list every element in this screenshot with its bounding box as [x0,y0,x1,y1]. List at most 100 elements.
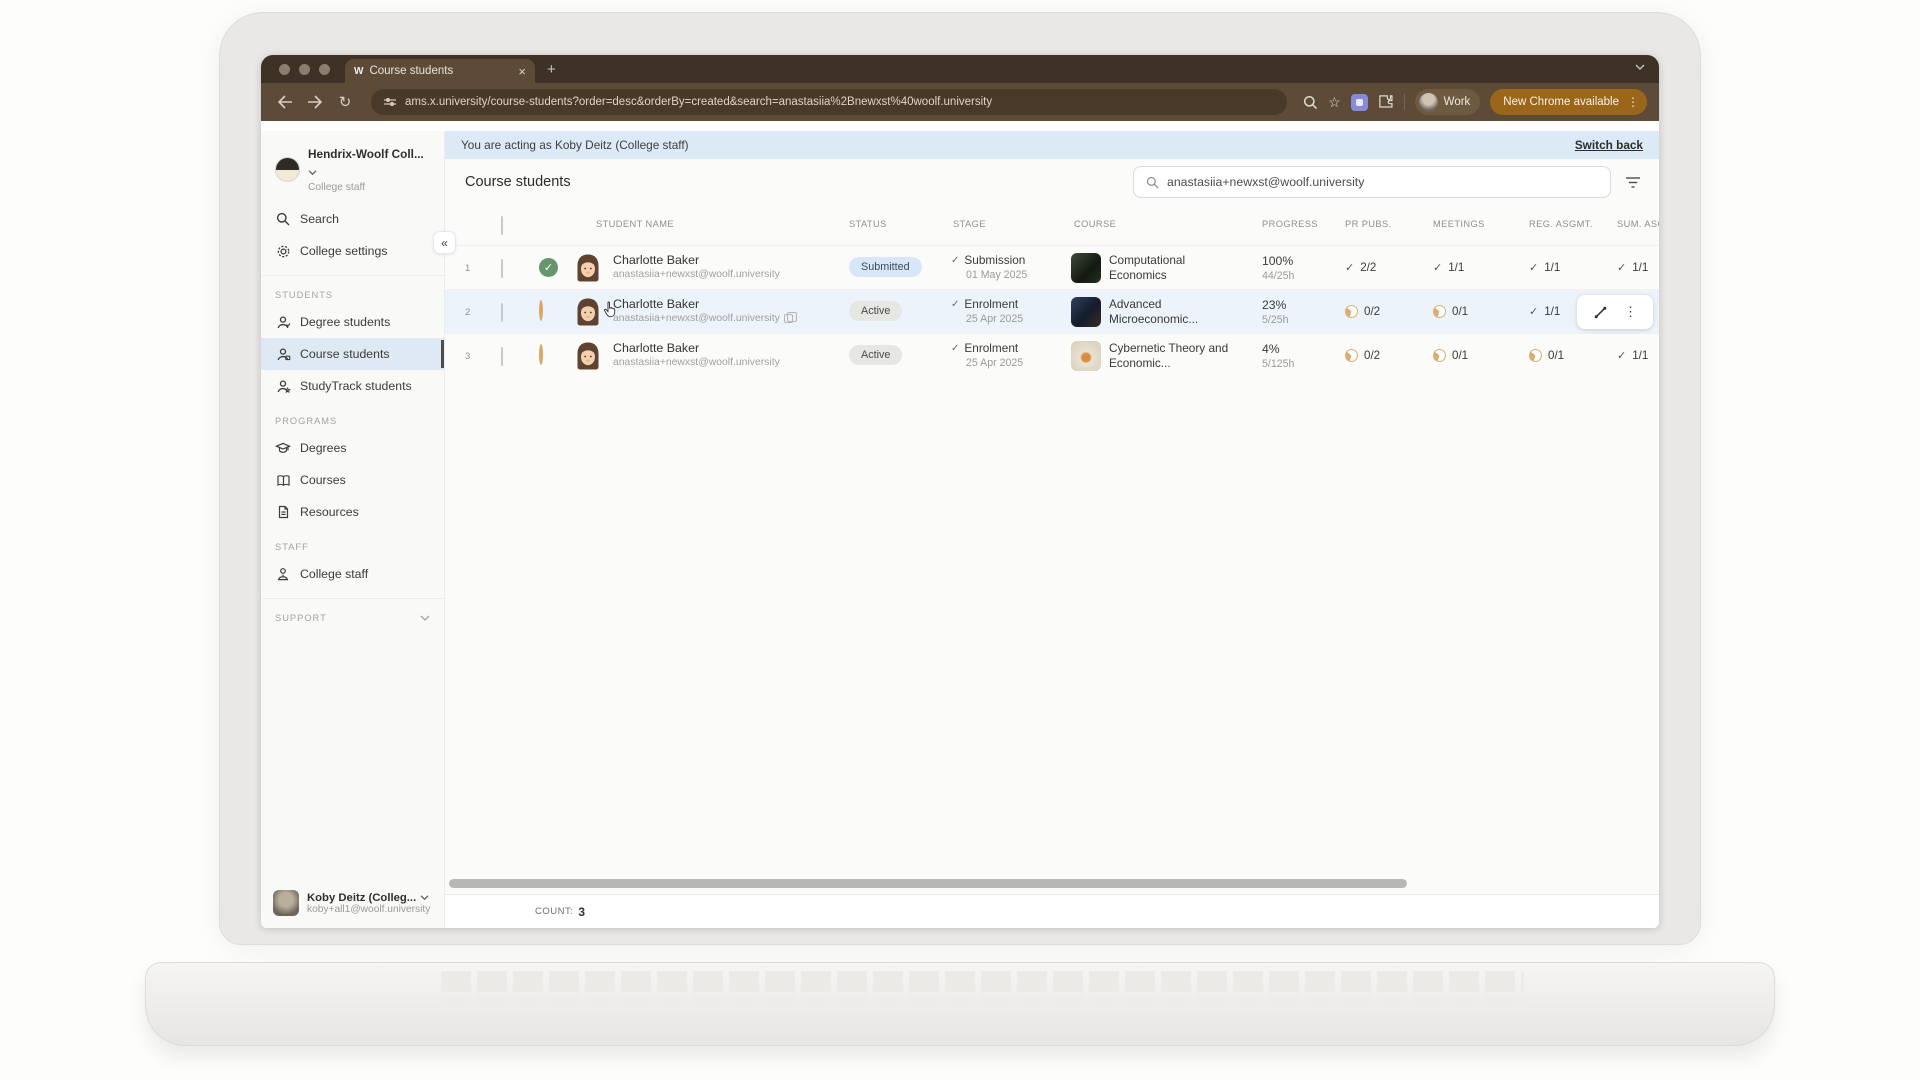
reg-asgmt-cell: ✓1/1 [1529,261,1560,274]
horizontal-scrollbar[interactable] [449,879,1651,888]
sidebar-collapse-button[interactable]: « [433,231,456,254]
pr-pubs-cell: 0/2 [1345,349,1380,362]
stage-date: 01 May 2025 [966,269,1027,281]
sidebar-item-degree-students[interactable]: Degree students [261,306,444,338]
column-header-meetings[interactable]: MEETINGS [1433,219,1485,229]
sidebar-item-studytrack-students[interactable]: StudyTrack students [261,370,444,402]
sidebar-item-resources[interactable]: Resources [261,496,444,528]
table-row[interactable]: 2 Charlotte Baker anastasiia+newxst@wool… [445,289,1659,333]
check-icon: ✓ [951,343,959,354]
meetings-cell: 0/1 [1433,305,1468,318]
row-checkbox[interactable] [501,348,503,366]
column-header-student[interactable]: STUDENT NAME [596,219,674,229]
profile-label: Work [1444,96,1471,108]
course-name: Advanced Microeconomic... [1109,297,1237,328]
back-icon[interactable] [273,90,297,114]
check-icon: ✓ [1529,261,1538,274]
check-icon: ✓ [951,299,959,310]
course-cell[interactable]: Cybernetic Theory and Economic... [1071,341,1237,372]
tab-close-icon[interactable]: × [518,65,526,78]
row-menu-kebab-icon[interactable]: ⋮ [1624,304,1637,320]
search-input[interactable] [1167,175,1598,189]
maximize-window-button[interactable] [319,64,330,75]
course-cell[interactable]: Computational Economics [1071,253,1237,284]
column-header-progress[interactable]: PROGRESS [1262,219,1318,229]
column-header-sum-asgmt[interactable]: SUM. ASGMT. [1617,219,1659,229]
student-identity[interactable]: Charlotte Baker anastasiia+newxst@woolf.… [613,341,780,368]
forward-icon[interactable] [303,90,327,114]
row-checkbox[interactable] [501,260,503,278]
address-bar[interactable]: ams.x.university/course-students?order=d… [371,89,1287,115]
check-icon: ✓ [1345,261,1354,274]
main-panel: You are acting as Koby Deitz (College st… [445,131,1659,928]
sidebar-item-courses[interactable]: Courses [261,464,444,496]
column-header-course[interactable]: COURSE [1074,219,1116,229]
pending-icon [1433,305,1446,318]
sidebar-item-college-settings[interactable]: College settings [261,235,444,267]
sidebar-section-staff: STAFF [261,528,444,558]
browser-tab[interactable]: W Course students × [345,59,535,83]
laptop-keyboard-deck [145,962,1775,1046]
sidebar-user-card[interactable]: Koby Deitz (Colleg... koby+all1@woolf.un… [261,884,444,920]
expand-row-icon[interactable] [1593,305,1608,320]
sidebar-item-college-staff[interactable]: College staff [261,558,444,590]
close-window-button[interactable] [279,64,290,75]
sidebar-item-search[interactable]: Search [261,203,444,235]
sidebar-item-label: Degree students [300,315,390,329]
sidebar-item-course-students[interactable]: Course students [261,338,444,370]
pinned-extension-icon[interactable] [1351,94,1368,111]
column-header-pr-pubs[interactable]: PR PUBS. [1345,219,1392,229]
select-all-checkbox[interactable] [501,217,503,235]
cursor-pointer-icon [603,301,618,318]
new-tab-button[interactable]: + [547,62,556,77]
sidebar-section-students: STUDENTS [261,276,444,306]
browser-tab-strip: W Course students × + [261,55,1659,83]
window-controls[interactable] [279,64,330,75]
reload-icon[interactable]: ↻ [333,90,357,114]
sidebar-item-label: College settings [300,244,388,258]
student-identity[interactable]: Charlotte Baker anastasiia+newxst@woolf.… [613,253,780,280]
column-header-status[interactable]: STATUS [849,219,887,229]
table-row[interactable]: 1 ✓ Charlotte Baker anastasiia+newxst@wo… [445,245,1659,289]
progress-cell: 23% 5/25h [1262,298,1289,326]
column-header-stage[interactable]: STAGE [953,219,986,229]
scrollbar-thumb[interactable] [449,879,1407,888]
org-switcher[interactable]: Hendrix-Woolf Coll... College staff [261,141,444,203]
update-chrome-button[interactable]: New Chrome available ⋮ [1490,89,1647,115]
site-info-icon[interactable] [383,96,397,108]
column-header-reg-asgmt[interactable]: REG. ASGMT. [1529,219,1593,229]
copy-icon[interactable] [784,314,793,323]
course-cell[interactable]: Advanced Microeconomic... [1071,297,1237,328]
completion-badge-progress-icon [539,346,543,364]
student-search-box[interactable] [1133,166,1611,198]
minimize-window-button[interactable] [299,64,310,75]
sidebar-section-support[interactable]: SUPPORT [261,599,444,629]
profile-chip[interactable]: Work [1415,89,1481,115]
course-name: Cybernetic Theory and Economic... [1109,341,1237,372]
table-row[interactable]: 3 Charlotte Baker anastasiia+newxst@wool… [445,333,1659,377]
staff-icon [275,567,291,581]
bookmark-star-icon[interactable]: ☆ [1328,95,1341,109]
sidebar-item-degrees[interactable]: Degrees [261,432,444,464]
sidebar-item-label: Search [300,212,339,226]
page-header: Course students [445,159,1659,205]
progress-cell: 100% 44/25h [1262,254,1294,282]
extensions-puzzle-icon[interactable] [1378,94,1394,110]
filter-icon[interactable] [1625,176,1641,189]
row-actions-panel: ⋮ [1577,295,1653,329]
tab-search-chevron-icon[interactable] [1635,63,1645,71]
row-checkbox[interactable] [501,304,503,322]
stage-cell: ✓Enrolment 25 Apr 2025 [951,297,1023,325]
student-identity[interactable]: Charlotte Baker anastasiia+newxst@woolf.… [613,297,793,324]
student-avatar [573,253,603,283]
course-thumbnail [1071,253,1101,283]
reg-asgmt-cell: ✓1/1 [1529,305,1560,318]
search-tabs-icon[interactable] [1303,95,1318,110]
switch-back-link[interactable]: Switch back [1575,138,1643,152]
status-badge: Active [849,301,902,321]
course-name: Computational Economics [1109,253,1237,284]
browser-menu-kebab-icon[interactable]: ⋮ [1627,95,1639,109]
sidebar-item-label: Resources [300,505,359,519]
toolbar-divider [1404,94,1405,110]
course-student-icon [275,347,291,362]
